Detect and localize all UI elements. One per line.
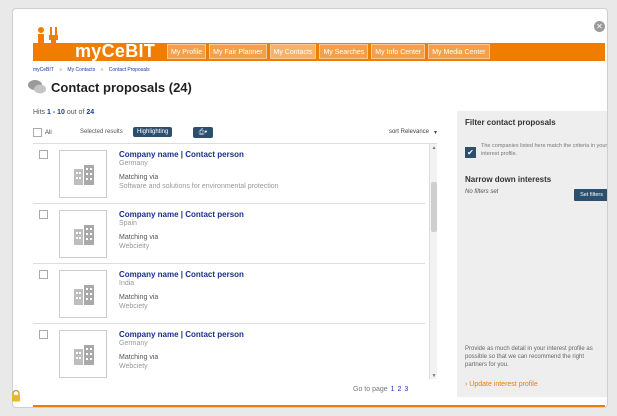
breadcrumb-mycebit[interactable]: myCeBIT [33,67,54,73]
building-icon [74,165,94,185]
nav-my-fair-planner[interactable]: My Fair Planner [209,44,267,59]
result-checkbox[interactable] [39,330,48,339]
select-all-label: All [45,129,52,136]
filter-panel-title: Filter contact proposals [465,118,556,127]
narrow-down-title: Narrow down interests [465,175,552,184]
list-item[interactable]: Company name | Contact person Germany Ma… [33,324,425,379]
company-logo [59,270,107,318]
result-matching-value: Webcieity [119,243,150,250]
results-list: Company name | Contact person Germany Ma… [33,143,437,379]
result-checkbox[interactable] [39,150,48,159]
hits-total: 24 [86,109,95,116]
highlighting-button[interactable]: Highlighting [133,127,173,137]
result-checkbox[interactable] [39,210,48,219]
result-country: Spain [119,220,137,227]
result-country: Germany [119,340,148,347]
page-link-2[interactable]: 2 [397,386,401,393]
result-matching-value: Webciety [119,363,148,370]
breadcrumb-contact-proposals: Contact Proposals [108,67,150,73]
chat-bubbles-icon [28,80,46,94]
nav-my-profile[interactable]: My Profile [167,44,207,59]
list-item[interactable]: Company name | Contact person Germany Ma… [33,144,425,204]
breadcrumb-separator: » [59,67,63,73]
footer-bar [33,405,605,407]
page-title-row: Contact proposals (24) [27,79,192,95]
logo-text[interactable]: myCeBIT [75,41,155,62]
result-country: Germany [119,160,148,167]
pagination-label: Go to page [353,386,388,393]
result-title[interactable]: Company name | Contact person [119,150,244,159]
selected-results-label[interactable]: Selected results [80,129,123,135]
no-filters-text: No filters set [465,189,499,195]
set-filters-button[interactable]: Set filters [574,189,607,201]
select-all[interactable]: All [33,128,52,137]
results-scrollbar[interactable]: ▲ ▼ [429,144,437,379]
chevron-down-icon[interactable]: ▾ [434,129,437,136]
building-icon [74,285,94,305]
lock-icon [12,390,20,402]
nav-my-searches[interactable]: My Searches [319,44,369,59]
nav-my-contacts[interactable]: My Contacts [269,44,317,59]
hits-out-of: out of [66,109,85,116]
breadcrumb-my-contacts[interactable]: My Contacts [67,67,95,73]
building-icon [74,345,94,365]
update-interest-profile-link[interactable]: › Update interest profile [465,381,538,388]
nav-my-info-center[interactable]: My Info Center [371,44,426,59]
company-logo [59,150,107,198]
page-link-3[interactable]: 3 [404,386,408,393]
result-title[interactable]: Company name | Contact person [119,270,244,279]
building-icon [74,225,94,245]
result-title[interactable]: Company name | Contact person [119,210,244,219]
result-country: India [119,280,135,287]
result-matching-value: Software and solutions for environmental… [119,183,279,190]
scroll-down-icon[interactable]: ▼ [430,372,437,379]
hits-label: Hits [33,109,46,116]
profile-hint-text: Provide as much detail in your interest … [465,346,593,368]
print-icon[interactable]: ⎙▾ [193,127,213,138]
scroll-up-icon[interactable]: ▲ [430,144,437,152]
nav-my-media-center[interactable]: My Media Center [428,44,490,59]
result-matching-value: Webciety [119,303,148,310]
breadcrumb-separator: » [100,67,104,73]
company-logo [59,330,107,378]
mycebit-window: ✕ My Profile My Fair Planner My Contacts… [12,8,608,408]
sort-select[interactable]: sort Relevance [389,129,429,135]
list-item[interactable]: Company name | Contact person India Matc… [33,264,425,324]
result-matching-label: Matching via [119,294,159,301]
company-logo [59,210,107,258]
results-toolbar: All Selected results Highlighting ⎙▾ sor… [33,125,437,141]
filter-match-description: The companies listed here match the crit… [481,143,608,157]
result-matching-label: Matching via [119,354,159,361]
filter-panel: Filter contact proposals ✔ The companies… [457,111,608,397]
pagination: Go to page 1 2 3 [353,386,408,393]
hits-count: Hits 1 - 10 out of 24 [33,109,94,116]
hits-range: 1 - 10 [47,109,65,116]
page-link-1[interactable]: 1 [391,386,395,393]
result-matching-label: Matching via [119,234,159,241]
page-title: Contact proposals (24) [51,79,192,95]
list-item[interactable]: Company name | Contact person Spain Matc… [33,204,425,264]
scrollbar-thumb[interactable] [431,182,437,232]
result-checkbox[interactable] [39,270,48,279]
breadcrumb: myCeBIT » My Contacts » Contact Proposal… [33,67,154,73]
header: My Profile My Fair Planner My Contacts M… [33,21,605,67]
result-title[interactable]: Company name | Contact person [119,330,244,339]
result-matching-label: Matching via [119,174,159,181]
select-all-checkbox[interactable] [33,128,42,137]
checkmark-icon[interactable]: ✔ [465,147,476,158]
